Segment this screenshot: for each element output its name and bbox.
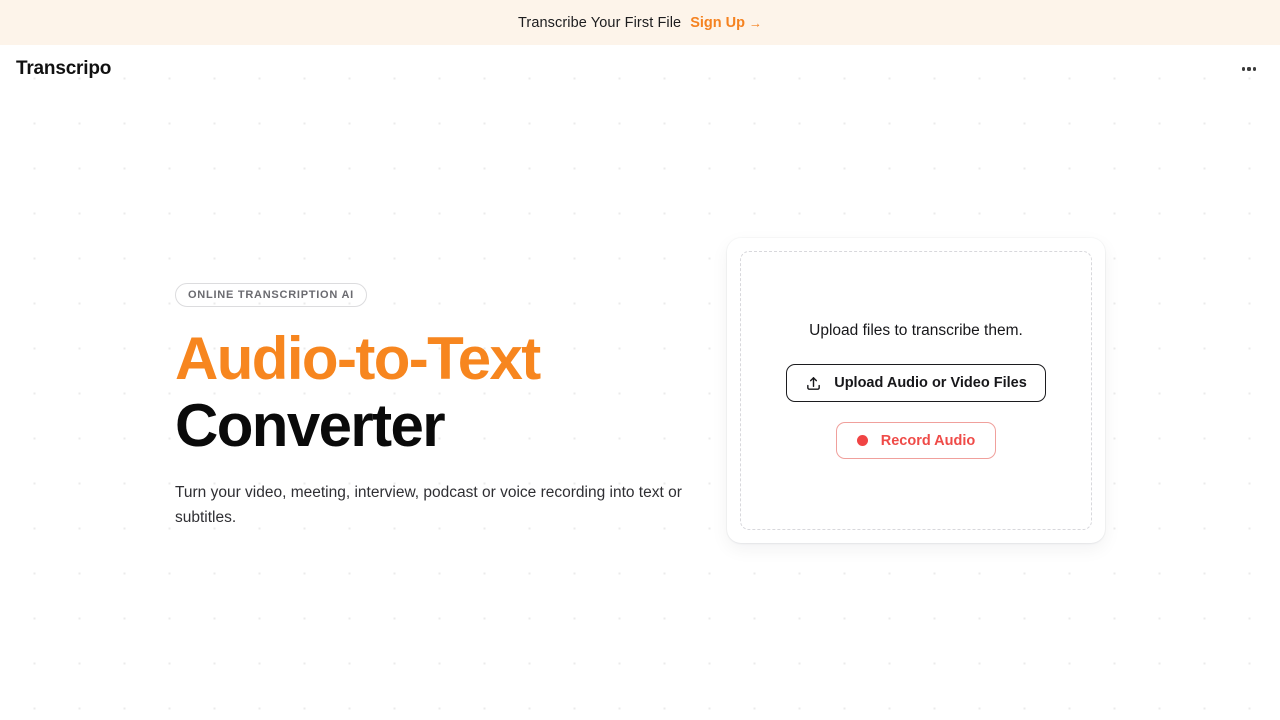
upload-files-button[interactable]: Upload Audio or Video Files [786, 364, 1046, 402]
ellipsis-horizontal-icon[interactable] [1234, 54, 1264, 84]
menu-dot [1253, 67, 1257, 71]
page-canvas: Transcripo ONLINE TRANSCRIPTION AI Audio… [0, 45, 1280, 720]
hero-text-column: ONLINE TRANSCRIPTION AI Audio-to-Text Co… [175, 238, 687, 531]
promo-banner: Transcribe Your First File Sign Up → [0, 0, 1280, 45]
hero-upload-column: Upload files to transcribe them. Upload … [727, 238, 1105, 543]
record-dot-icon [856, 435, 868, 446]
page-title-accent: Audio-to-Text [175, 325, 541, 392]
upload-card: Upload files to transcribe them. Upload … [727, 238, 1105, 543]
sign-up-link[interactable]: Sign Up → [690, 15, 762, 31]
site-header: Transcripo [0, 45, 1280, 93]
dropzone-instruction: Upload files to transcribe them. [809, 322, 1023, 339]
page-title-plain: Converter [175, 392, 446, 460]
record-audio-button-label: Record Audio [880, 432, 976, 449]
arrow-right-icon: → [749, 15, 762, 31]
hero-section: ONLINE TRANSCRIPTION AI Audio-to-Text Co… [0, 238, 1280, 543]
sign-up-label: Sign Up [690, 14, 745, 31]
page-title: Audio-to-Text Converter [175, 325, 687, 459]
menu-dot [1241, 67, 1245, 71]
brand-logo[interactable]: Transcripo [16, 58, 111, 80]
record-audio-button[interactable]: Record Audio [835, 422, 997, 459]
status-badge: ONLINE TRANSCRIPTION AI [175, 283, 367, 307]
file-dropzone[interactable]: Upload files to transcribe them. Upload … [740, 251, 1092, 530]
promo-banner-message: Transcribe Your First File [517, 14, 682, 31]
upload-files-button-label: Upload Audio or Video Files [834, 375, 1027, 391]
menu-dot [1247, 67, 1251, 71]
upload-icon [807, 376, 821, 390]
page-subtitle: Turn your video, meeting, interview, pod… [175, 484, 682, 527]
